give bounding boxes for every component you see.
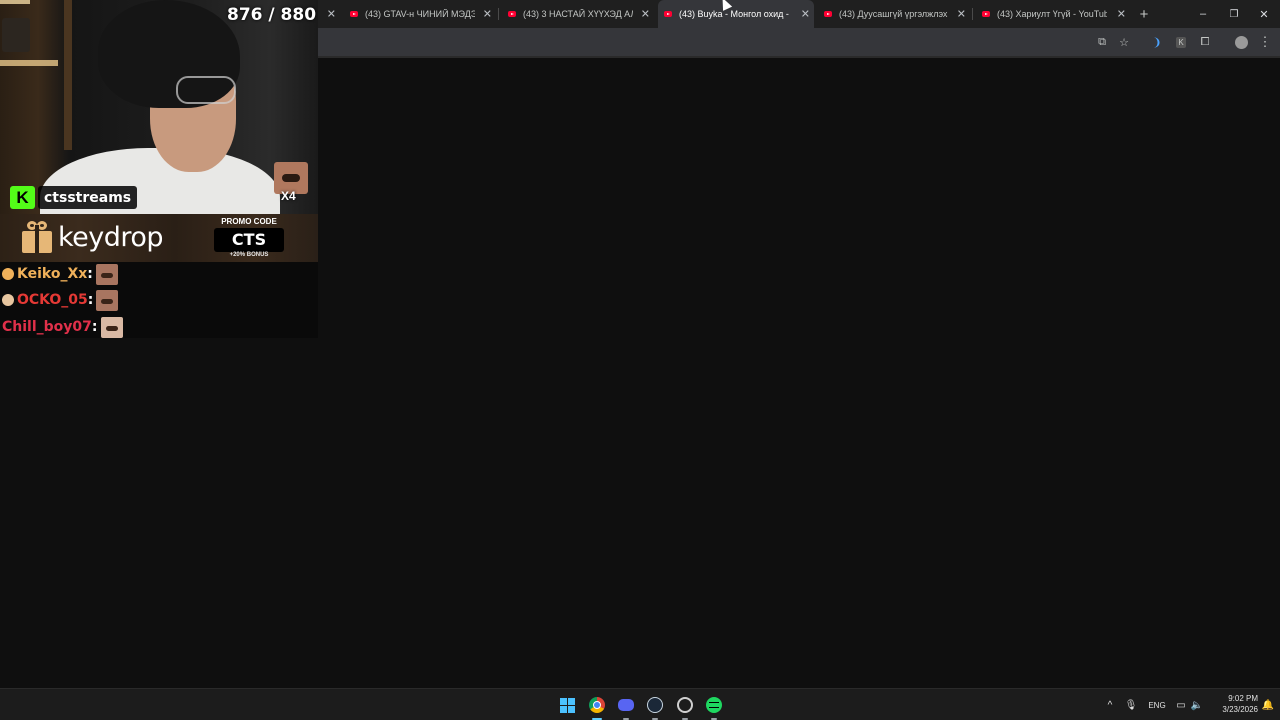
youtube-favicon-icon: [664, 11, 672, 17]
taskbar-clock[interactable]: 9:02 PM 3/23/2026: [1208, 693, 1258, 715]
obs-icon: [677, 697, 693, 713]
chat-username: OCKO_05: [17, 292, 88, 308]
tab-buyka[interactable]: (43) Buyka - Монгол охид - Yo ✕: [658, 0, 814, 28]
extension-k-icon[interactable]: K: [1172, 33, 1190, 51]
windows-start-icon: [559, 697, 575, 713]
volume-icon[interactable]: 🔈: [1190, 696, 1204, 714]
tab-3-nastai[interactable]: (43) 3 НАСТАЙ ХҮҮХЭД АЛГА ✕: [502, 3, 654, 25]
background-light: [0, 60, 58, 66]
tab-hariult-ugui[interactable]: (43) Хариулт Үгүй - YouTube ✕: [976, 3, 1130, 25]
install-app-icon[interactable]: ⧉: [1093, 33, 1111, 51]
clock-time: 9:02 PM: [1228, 694, 1258, 703]
spotify-icon: [706, 697, 722, 713]
extensions-puzzle-icon[interactable]: ⧠: [1196, 33, 1214, 51]
tab-close-partial[interactable]: ✕: [318, 3, 340, 25]
bookmark-star-icon[interactable]: ☆: [1115, 33, 1133, 51]
chat-username: Chill_boy07: [2, 319, 92, 335]
chat-message: OCKO_05 :: [2, 288, 119, 312]
tray-overflow-chevron-icon[interactable]: ^: [1103, 696, 1117, 714]
youtube-favicon-icon: [350, 11, 358, 17]
tab-close-icon[interactable]: ✕: [483, 8, 492, 21]
sponsor-banner: keydrop PROMO CODE CTS +20% BONUS: [0, 214, 318, 262]
tab-duusashgui[interactable]: (43) Дуусашгүй үргэлжлэх ме ✕: [818, 3, 970, 25]
new-tab-button[interactable]: +: [1134, 4, 1154, 24]
screen: ✕ (43) GTAV-н ЧИНИЙ МЭДЭХГҮ ✕ (43) 3 НАС…: [0, 0, 1280, 720]
tab-title: (43) Дуусашгүй үргэлжлэх ме: [839, 9, 949, 19]
tab-separator: [498, 8, 499, 20]
tab-title: (43) GTAV-н ЧИНИЙ МЭДЭХГҮ: [365, 9, 475, 19]
steam-icon: [647, 697, 663, 713]
chat-overlay: Keiko_Xx : OCKO_05 : Chill_boy07 :: [0, 262, 318, 338]
tab-gtav[interactable]: (43) GTAV-н ЧИНИЙ МЭДЭХГҮ ✕: [344, 3, 496, 25]
tab-title: (43) Buyka - Монгол охид - Yo: [679, 9, 789, 19]
chat-message: Keiko_Xx :: [2, 262, 118, 286]
tab-close-icon[interactable]: ✕: [957, 8, 966, 21]
youtube-favicon-icon: [508, 11, 516, 17]
profile-avatar-icon[interactable]: [1232, 33, 1250, 51]
tab-title: (43) Хариулт Үгүй - YouTube: [997, 9, 1107, 19]
face-badge-icon: [2, 294, 14, 306]
chat-message: Chill_boy07 :: [2, 315, 123, 339]
chat-username: Keiko_Xx: [17, 266, 88, 282]
channel-name: ctsstreams: [38, 186, 138, 209]
chat-emote-image: [100, 316, 123, 338]
taskbar-steam[interactable]: [644, 694, 666, 720]
start-button[interactable]: [556, 694, 578, 716]
taskbar-obs[interactable]: [674, 694, 696, 720]
chat-emote-image: [96, 289, 119, 311]
kick-logo-icon: K: [10, 186, 35, 209]
webcam-feed: 876 / 880 X4 K ctsstreams: [0, 0, 318, 214]
sponsor-name: keydrop: [58, 222, 164, 253]
background-shelf-post: [64, 0, 72, 150]
tab-separator: [972, 8, 973, 20]
restore-button[interactable]: ❐: [1219, 0, 1249, 28]
streamer-glasses: [176, 76, 236, 104]
menu-kebab-icon[interactable]: ⋮: [1256, 33, 1274, 51]
chat-separator: :: [91, 319, 98, 335]
tab-close-icon[interactable]: ✕: [1117, 8, 1126, 21]
background-shelf-item: [2, 18, 30, 52]
emote-multiplier: X4: [281, 189, 296, 203]
promo-label: PROMO CODE: [221, 217, 277, 226]
promo-code: CTS: [214, 228, 284, 252]
youtube-favicon-icon: [824, 11, 832, 17]
clock-date: 3/23/2026: [1222, 705, 1258, 714]
extension-blue-icon[interactable]: ❩: [1148, 33, 1166, 51]
discord-icon: [618, 699, 634, 711]
promo-bonus: +20% BONUS: [229, 252, 269, 258]
taskbar-spotify[interactable]: [703, 694, 725, 720]
chat-separator: :: [87, 266, 93, 282]
close-window-button[interactable]: ✕: [1249, 0, 1279, 28]
minimize-button[interactable]: –: [1188, 0, 1218, 28]
tab-close-icon[interactable]: ✕: [327, 8, 336, 21]
chat-separator: :: [87, 292, 94, 308]
taskbar-chrome[interactable]: [586, 694, 608, 720]
network-icon[interactable]: ▭: [1174, 696, 1188, 714]
cookie-badge-icon: [2, 268, 14, 280]
background-light: [0, 0, 30, 4]
notification-bell-icon[interactable]: 🔔: [1262, 696, 1274, 714]
chat-emote-image: [95, 263, 118, 285]
tab-title: (43) 3 НАСТАЙ ХҮҮХЭД АЛГА: [523, 9, 633, 19]
microphone-icon[interactable]: 🎙: [1124, 696, 1138, 714]
windows-taskbar: ^ 🎙 ENG ▭ 🔈 9:02 PM 3/23/2026 🔔: [0, 688, 1280, 720]
taskbar-discord[interactable]: [615, 694, 637, 720]
language-indicator[interactable]: ENG: [1144, 696, 1170, 714]
chrome-icon: [589, 697, 605, 713]
youtube-favicon-icon: [982, 11, 990, 17]
gift-icon: [22, 221, 52, 253]
goal-counter: 876 / 880: [227, 5, 317, 25]
tab-close-icon[interactable]: ✕: [801, 8, 810, 21]
tab-close-icon[interactable]: ✕: [641, 8, 650, 21]
